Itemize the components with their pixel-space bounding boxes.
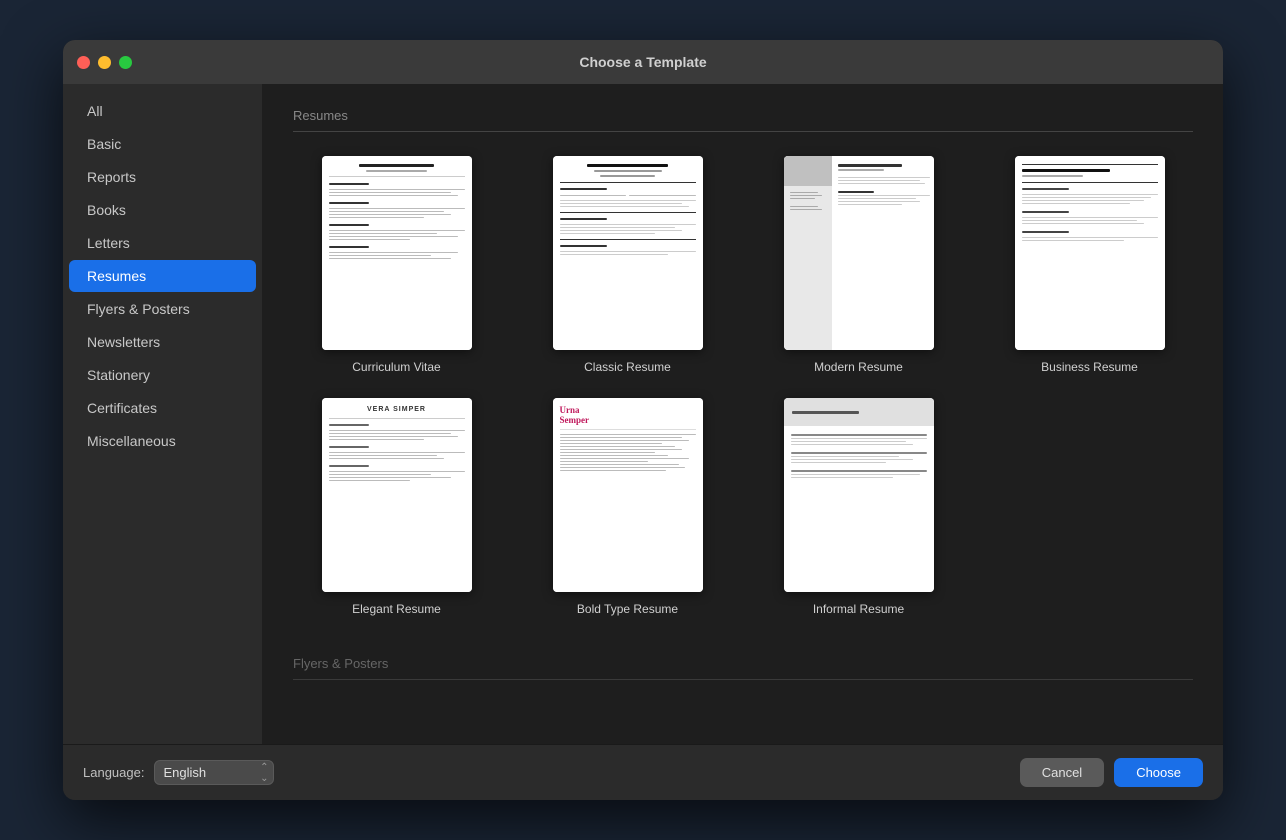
choose-button[interactable]: Choose <box>1114 758 1203 787</box>
bottombar: Language: EnglishFrenchGermanSpanishItal… <box>63 744 1223 800</box>
sidebar-item-flyers[interactable]: Flyers & Posters <box>69 293 256 325</box>
resumes-divider <box>293 131 1193 132</box>
sidebar: AllBasicReportsBooksLettersResumesFlyers… <box>63 84 263 744</box>
template-item[interactable]: Classic Resume <box>524 156 731 374</box>
flyers-section-header: Flyers & Posters <box>293 656 1193 671</box>
informal-resume-label: Informal Resume <box>813 602 904 616</box>
traffic-lights <box>77 56 132 69</box>
business-resume-label: Business Resume <box>1041 360 1138 374</box>
bold-type-resume-label: Bold Type Resume <box>577 602 678 616</box>
minimize-button[interactable] <box>98 56 111 69</box>
template-grid-area: Resumes <box>263 84 1223 744</box>
resumes-section-header: Resumes <box>293 108 1193 123</box>
flyers-divider <box>293 679 1193 680</box>
resumes-template-grid: Curriculum Vitae <box>293 156 1193 616</box>
language-select-wrapper[interactable]: EnglishFrenchGermanSpanishItalianPortugu… <box>154 760 274 785</box>
template-item[interactable]: Curriculum Vitae <box>293 156 500 374</box>
classic-resume-label: Classic Resume <box>584 360 671 374</box>
template-item[interactable]: UrnaSemper <box>524 398 731 616</box>
sidebar-item-reports[interactable]: Reports <box>69 161 256 193</box>
content-area: AllBasicReportsBooksLettersResumesFlyers… <box>63 84 1223 744</box>
sidebar-item-letters[interactable]: Letters <box>69 227 256 259</box>
sidebar-item-certificates[interactable]: Certificates <box>69 392 256 424</box>
sidebar-item-resumes[interactable]: Resumes <box>69 260 256 292</box>
modern-resume-thumb <box>784 156 934 350</box>
curriculum-vitae-label: Curriculum Vitae <box>352 360 440 374</box>
business-resume-thumb <box>1015 156 1165 350</box>
language-select[interactable]: EnglishFrenchGermanSpanishItalianPortugu… <box>154 760 274 785</box>
dialog-title: Choose a Template <box>579 54 706 70</box>
template-chooser-dialog: Choose a Template AllBasicReportsBooksLe… <box>63 40 1223 800</box>
titlebar: Choose a Template <box>63 40 1223 84</box>
template-item[interactable]: Business Resume <box>986 156 1193 374</box>
language-label: Language: <box>83 765 144 780</box>
sidebar-item-stationery[interactable]: Stationery <box>69 359 256 391</box>
language-section: Language: EnglishFrenchGermanSpanishItal… <box>83 760 274 785</box>
elegant-resume-label: Elegant Resume <box>352 602 441 616</box>
sidebar-item-basic[interactable]: Basic <box>69 128 256 160</box>
classic-resume-thumb <box>553 156 703 350</box>
cancel-button[interactable]: Cancel <box>1020 758 1104 787</box>
bold-type-resume-thumb: UrnaSemper <box>553 398 703 592</box>
sidebar-item-newsletters[interactable]: Newsletters <box>69 326 256 358</box>
template-item[interactable]: Informal Resume <box>755 398 962 616</box>
button-group: Cancel Choose <box>1020 758 1203 787</box>
template-item[interactable]: VERA SIMPER <box>293 398 500 616</box>
close-button[interactable] <box>77 56 90 69</box>
curriculum-vitae-thumb <box>322 156 472 350</box>
modern-resume-label: Modern Resume <box>814 360 903 374</box>
sidebar-item-miscellaneous[interactable]: Miscellaneous <box>69 425 256 457</box>
informal-resume-thumb <box>784 398 934 592</box>
elegant-resume-thumb: VERA SIMPER <box>322 398 472 592</box>
maximize-button[interactable] <box>119 56 132 69</box>
sidebar-item-books[interactable]: Books <box>69 194 256 226</box>
sidebar-item-all[interactable]: All <box>69 95 256 127</box>
template-item[interactable]: Modern Resume <box>755 156 962 374</box>
